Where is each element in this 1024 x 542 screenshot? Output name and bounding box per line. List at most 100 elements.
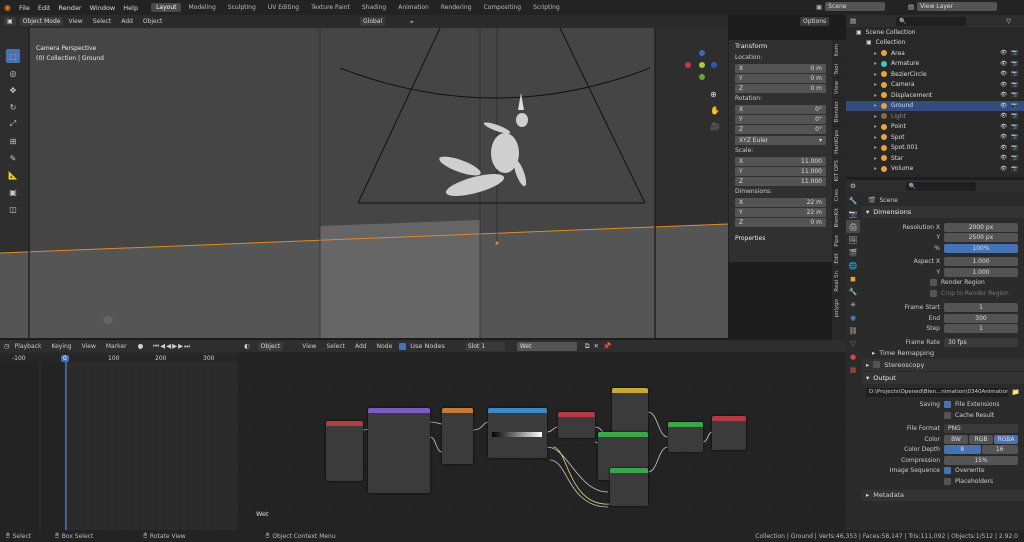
viewport-menu-select[interactable]: Select (88, 18, 117, 25)
transform-tool-icon[interactable]: ⊞ (6, 134, 20, 148)
add-cube-tool-icon[interactable]: ▣ (6, 185, 20, 199)
slot-dropdown[interactable]: Slot 1 (464, 341, 505, 351)
tab-hardops[interactable]: HardOps (832, 125, 842, 157)
render-camera-icon[interactable]: 📷 (1011, 71, 1018, 77)
node-color-ramp[interactable] (488, 408, 547, 458)
time-remapping-header[interactable]: ▸ Time Remapping (862, 348, 1024, 359)
viewport-menu-view[interactable]: View (63, 18, 87, 25)
scale-y-field[interactable]: Y 11.000 (735, 167, 826, 176)
render-camera-icon[interactable]: 📷 (1011, 50, 1018, 56)
tab-tool[interactable]: Tool (832, 59, 842, 78)
outliner-search-input[interactable]: 🔍 (896, 16, 967, 26)
color-rgba-button[interactable]: RGBA (994, 434, 1018, 444)
tab-animation[interactable]: Animation (393, 3, 434, 12)
outliner-editor-icon[interactable]: ▤ (850, 17, 856, 25)
frame-rate-dropdown[interactable]: 30 fps (944, 337, 1018, 347)
select-box-tool-icon[interactable]: ⬚ (6, 49, 20, 63)
resolution-y-field[interactable]: 2500 px (944, 233, 1018, 243)
render-camera-icon[interactable]: 📷 (1011, 82, 1018, 88)
node-menu-add[interactable]: Add (350, 343, 372, 350)
tab-kitops[interactable]: KIT OPS (832, 156, 842, 185)
world-tab-icon[interactable]: 🌐 (846, 259, 860, 272)
expand-arrow-icon[interactable]: ▸ (874, 165, 877, 172)
tool-tab-icon[interactable]: 🔧 (846, 194, 860, 207)
outliner-item[interactable]: ▸ Area 👁 📷 (846, 48, 1024, 59)
node-texture-coordinate[interactable] (326, 421, 363, 481)
expand-arrow-icon[interactable]: ▸ (874, 60, 877, 67)
use-nodes-checkbox[interactable] (399, 342, 407, 350)
measure-tool-icon[interactable]: 📐 (6, 168, 20, 182)
object-mode-dropdown[interactable]: Object Mode (19, 17, 64, 26)
tab-uv-editing[interactable]: UV Editing (263, 3, 304, 12)
scene-tab-icon[interactable]: 🎬 (846, 246, 860, 259)
aspect-x-field[interactable]: 1.000 (944, 257, 1018, 267)
visibility-eye-icon[interactable]: 👁 (1000, 61, 1007, 67)
tab-cres[interactable]: Cres (832, 184, 842, 205)
color-rgb-button[interactable]: RGB (969, 434, 993, 444)
visibility-eye-icon[interactable]: 👁 (1000, 103, 1007, 109)
metadata-panel-header[interactable]: ▸ Metadata (862, 489, 1024, 501)
cursor-tool-icon[interactable]: ◎ (6, 66, 20, 80)
dimensions-y-field[interactable]: Y 22 m (735, 208, 826, 217)
frame-start-field[interactable]: 1 (944, 303, 1018, 313)
tab-sculpting[interactable]: Sculpting (223, 3, 261, 12)
unlink-material-icon[interactable]: ✕ (594, 342, 599, 350)
tab-edit[interactable]: Edit (832, 249, 842, 267)
visibility-eye-icon[interactable]: 👁 (1000, 50, 1007, 56)
node-editor-icon[interactable]: ◐ (244, 342, 250, 350)
render-camera-icon[interactable]: 📷 (1011, 113, 1018, 119)
outliner-item[interactable]: ▸ Star 👁 📷 (846, 153, 1024, 164)
properties-editor-icon[interactable]: ⚙ (850, 182, 856, 190)
output-path-input[interactable]: D:\Projects\Opened\Blen...nimation\0340A… (866, 387, 1008, 397)
view-layer-selector[interactable]: View Layer (917, 2, 998, 11)
folder-icon[interactable]: 📁 (1012, 388, 1020, 396)
resolution-percent-field[interactable]: 100% (944, 243, 1018, 253)
filter-icon[interactable]: ▽ (1006, 17, 1011, 25)
tab-shading[interactable]: Shading (357, 3, 391, 12)
scale-z-field[interactable]: Z 11.000 (735, 177, 826, 186)
material-tab-icon[interactable]: ● (846, 350, 860, 363)
menu-edit[interactable]: Edit (34, 4, 55, 12)
location-z-field[interactable]: Z0 m (735, 84, 826, 93)
tab-modeling[interactable]: Modeling (183, 3, 220, 12)
menu-window[interactable]: Window (86, 4, 120, 12)
rotation-z-field[interactable]: Z 0° (735, 125, 826, 134)
node-bump[interactable] (610, 468, 648, 506)
outliner-item[interactable]: ▸ Displacement 👁 📷 (846, 90, 1024, 101)
extra-tool-icon[interactable]: ◫ (6, 202, 20, 216)
outliner-item[interactable]: ▸ Armature 👁 📷 (846, 59, 1024, 70)
view-layer-tab-icon[interactable]: 🖼 (846, 233, 860, 246)
expand-arrow-icon[interactable]: ▸ (874, 71, 877, 78)
expand-arrow-icon[interactable]: ▸ (874, 123, 877, 130)
outliner-item[interactable]: ▸ BezierCircle 👁 📷 (846, 69, 1024, 80)
shader-node-editor[interactable]: ◐ Object View Select Add Node Use Nodes … (238, 340, 846, 530)
node-mapping[interactable] (368, 408, 430, 493)
timeline-menu-marker[interactable]: Marker (101, 343, 132, 350)
tab-compositing[interactable]: Compositing (478, 3, 526, 12)
cache-result-checkbox[interactable] (944, 411, 951, 419)
color-bw-button[interactable]: BW (944, 434, 968, 444)
depth-16-button[interactable]: 16 (981, 445, 1018, 455)
visibility-eye-icon[interactable]: 👁 (1000, 71, 1007, 77)
properties-search-input[interactable]: 🔍 (905, 181, 976, 191)
snap-icon[interactable]: ⌖ (410, 18, 414, 27)
physics-tab-icon[interactable]: ◉ (846, 311, 860, 324)
scale-x-field[interactable]: X 11.000 (735, 157, 826, 166)
compression-slider[interactable]: 15% (944, 455, 1018, 465)
menu-file[interactable]: File (15, 4, 34, 12)
scene-collection-row[interactable]: ▣ Scene Collection (846, 27, 1024, 38)
3d-viewport[interactable]: Camera Perspective (0) Collection | Grou… (0, 28, 728, 338)
rotation-x-field[interactable]: X 0° (735, 105, 826, 114)
record-icon[interactable]: ● (138, 342, 144, 350)
aspect-y-field[interactable]: 1.000 (944, 267, 1018, 277)
duplicate-material-icon[interactable]: ⧉ (585, 342, 590, 351)
viewport-menu-object[interactable]: Object (138, 18, 168, 25)
visibility-eye-icon[interactable]: 👁 (1000, 113, 1007, 119)
dimensions-z-field[interactable]: Z0 m (735, 218, 826, 227)
expand-arrow-icon[interactable]: ▸ (874, 134, 877, 141)
node-mix[interactable] (612, 388, 648, 432)
expand-arrow-icon[interactable]: ▸ (874, 102, 877, 109)
scene-selector[interactable]: Scene (825, 2, 886, 11)
zoom-icon[interactable]: ⊕ (710, 90, 717, 99)
tab-blender[interactable]: Blender (832, 97, 842, 126)
